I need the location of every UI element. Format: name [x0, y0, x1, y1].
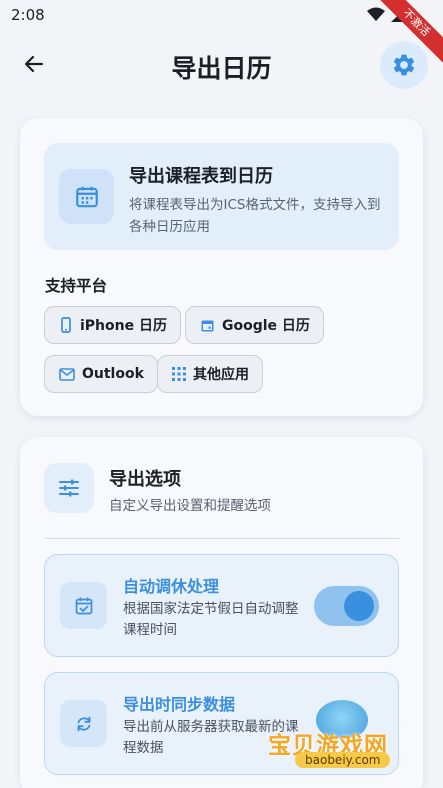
status-bar: 2:08 不激活 — [0, 0, 443, 69]
settings-button[interactable] — [380, 41, 428, 89]
toggle-knob — [344, 591, 374, 621]
gear-icon — [393, 54, 415, 76]
calendar-check-icon — [60, 582, 107, 629]
sync-icon — [60, 700, 107, 747]
divider — [44, 538, 399, 539]
options-subtitle: 自定义导出设置和提醒选项 — [109, 498, 271, 514]
page-title: 导出日历 — [171, 54, 272, 83]
option-title: 自动调休处理 — [123, 577, 220, 596]
platforms-label: 支持平台 — [45, 277, 108, 295]
calendar-icon — [200, 318, 215, 333]
apps-grid-icon — [172, 367, 186, 381]
mail-icon — [59, 367, 75, 381]
option-auto-holiday[interactable]: 自动调休处理 根据国家法定节假日自动调整课程时间 — [44, 554, 399, 657]
option-title: 导出时同步数据 — [123, 695, 236, 714]
platform-chip-label: Google 日历 — [222, 318, 310, 334]
watermark-url: baobeiy.com — [295, 752, 391, 768]
platform-chip-label: iPhone 日历 — [80, 318, 167, 334]
platform-chip-google[interactable]: Google 日历 — [185, 306, 324, 344]
tune-icon — [44, 463, 94, 513]
status-time: 2:08 — [11, 6, 45, 24]
platform-chip-label: 其他应用 — [193, 367, 249, 383]
platform-chip-label: Outlook — [82, 366, 144, 382]
watermark: 宝贝游戏网 baobeiy.com — [268, 694, 418, 776]
phone-icon — [59, 317, 73, 333]
auto-holiday-toggle[interactable] — [314, 586, 379, 626]
export-card: 导出课程表到日历 将课程表导出为ICS格式文件，支持导入到各种日历应用 支持平台… — [20, 118, 423, 416]
app-bar: 导出日历 — [0, 32, 443, 98]
options-title: 导出选项 — [109, 469, 181, 490]
platform-chip-iphone[interactable]: iPhone 日历 — [44, 306, 181, 344]
export-description: 将课程表导出为ICS格式文件，支持导入到各种日历应用 — [129, 197, 381, 235]
wifi-icon — [367, 7, 385, 21]
option-description: 根据国家法定节假日自动调整课程时间 — [123, 601, 299, 638]
platform-chip-other[interactable]: 其他应用 — [157, 355, 263, 393]
platform-chip-outlook[interactable]: Outlook — [44, 355, 158, 393]
calendar-icon — [59, 169, 114, 224]
export-hero: 导出课程表到日历 将课程表导出为ICS格式文件，支持导入到各种日历应用 — [44, 143, 399, 250]
export-title: 导出课程表到日历 — [129, 166, 273, 187]
